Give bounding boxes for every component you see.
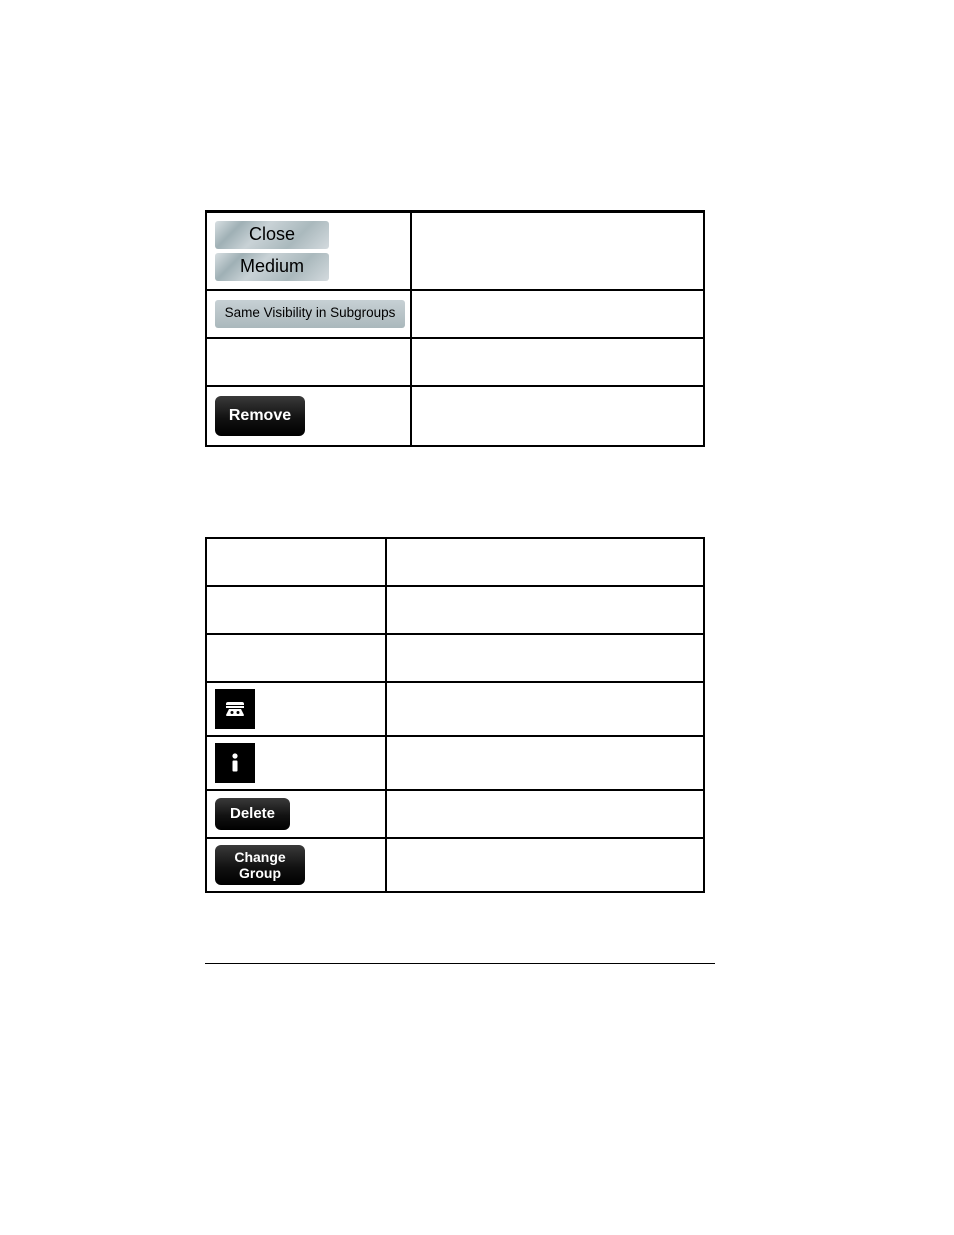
cell-empty bbox=[206, 338, 411, 386]
info-icon[interactable] bbox=[215, 743, 255, 783]
cell-desc bbox=[411, 290, 704, 338]
cell-desc bbox=[411, 338, 704, 386]
cell-desc bbox=[386, 538, 704, 586]
cell-desc bbox=[386, 790, 704, 838]
cell-desc bbox=[411, 386, 704, 446]
change-group-button[interactable]: Change Group bbox=[215, 845, 305, 885]
cell-desc bbox=[411, 212, 704, 290]
cell-desc bbox=[386, 736, 704, 790]
close-button[interactable]: Close bbox=[215, 221, 329, 249]
remove-button[interactable]: Remove bbox=[215, 396, 305, 436]
cell-desc bbox=[386, 838, 704, 892]
phone-icon[interactable] bbox=[215, 689, 255, 729]
cell-desc bbox=[386, 586, 704, 634]
cell-empty bbox=[206, 586, 386, 634]
cell-empty bbox=[206, 538, 386, 586]
delete-button[interactable]: Delete bbox=[215, 798, 290, 830]
table-contact-controls: Delete Change Group bbox=[205, 537, 705, 893]
change-group-line1: Change bbox=[234, 849, 285, 865]
same-visibility-button[interactable]: Same Visibility in Subgroups bbox=[215, 300, 405, 328]
cell-empty bbox=[206, 634, 386, 682]
cell-desc bbox=[386, 634, 704, 682]
change-group-line2: Group bbox=[239, 865, 281, 881]
table-visibility-controls: Close Medium Same Visibility in Subgroup… bbox=[205, 211, 705, 447]
rule-bottom bbox=[205, 963, 715, 964]
cell-desc bbox=[386, 682, 704, 736]
medium-button[interactable]: Medium bbox=[215, 253, 329, 281]
